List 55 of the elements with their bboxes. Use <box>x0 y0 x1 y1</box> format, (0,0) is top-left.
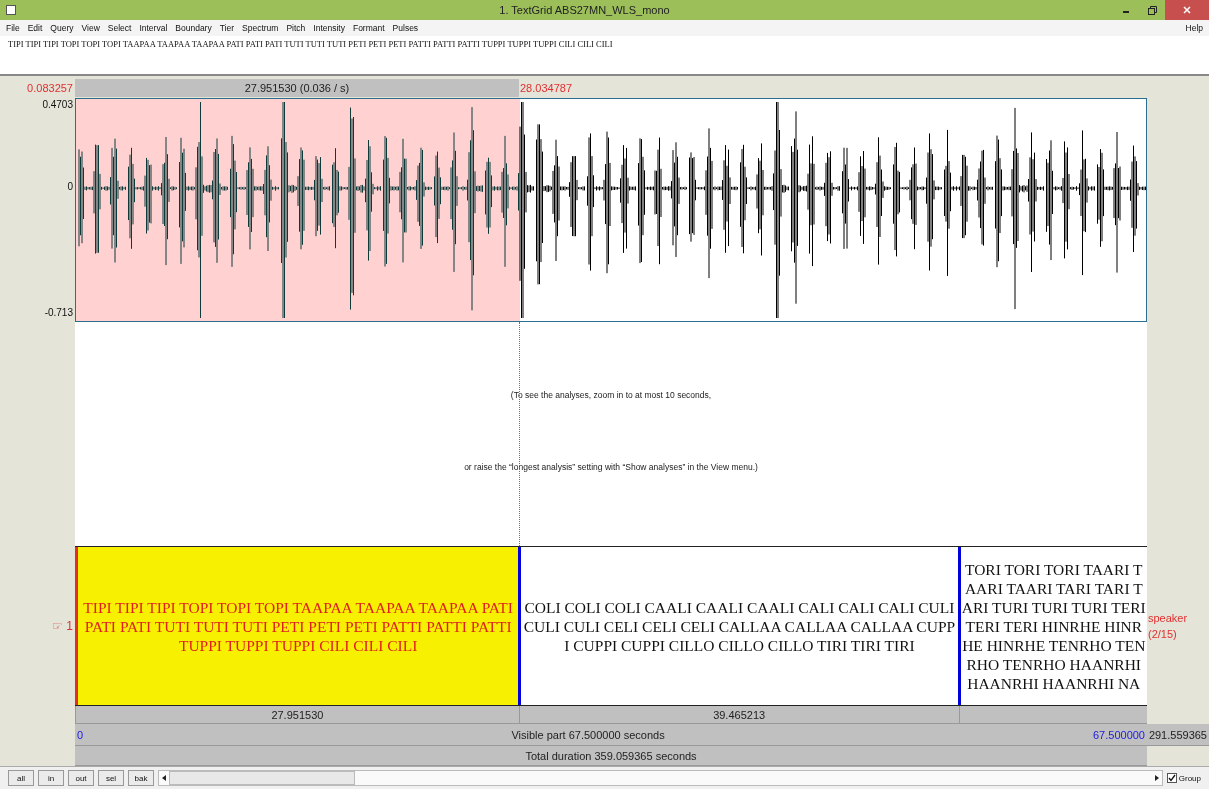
menu-item[interactable]: Query <box>46 23 78 33</box>
axis-label: 0.4703 <box>42 98 73 112</box>
menu-item[interactable]: Interval <box>135 23 172 33</box>
menu-item[interactable]: Intensity <box>309 23 349 33</box>
visible-start-time: 0 <box>77 728 84 741</box>
right-arrow-icon[interactable] <box>1154 775 1159 781</box>
tier-interval[interactable]: TIPI TIPI TIPI TOPI TOPI TOPI TAAPAA TAAPAA TAAPAA PATI PATI PATI TUTI TUTI TUTI PETI PETI PETI PATTI PATTI PATTI TUPPI TUPPI TUPPI CILI CILI CILI <box>75 547 519 705</box>
check-icon <box>1167 774 1176 782</box>
remaining-time: 291.559365 <box>1148 728 1207 741</box>
menu-item[interactable]: Edit <box>23 23 47 33</box>
selection-end-time: 28.034787 <box>520 82 572 94</box>
axis-label: -0.713 <box>44 306 73 320</box>
scroll-thumb[interactable] <box>169 771 355 785</box>
menu-item[interactable]: Select <box>103 23 136 33</box>
pointer-icon: ☞ <box>52 619 64 633</box>
menu-item[interactable]: File <box>2 23 24 33</box>
scrollbar[interactable] <box>158 770 1163 786</box>
interval-duration: 39.465213 <box>713 708 766 721</box>
tier-number: 1 <box>66 619 73 633</box>
axis-label: 0 <box>67 180 73 194</box>
total-duration-bar[interactable]: Total duration 359.059365 seconds <box>75 746 1147 766</box>
tier-name: speaker <box>1148 612 1189 624</box>
zoom-button[interactable]: in <box>38 770 64 786</box>
restore-icon <box>1147 5 1157 15</box>
zoom-button[interactable]: all <box>8 770 34 786</box>
menu-item[interactable]: Pitch <box>282 23 310 33</box>
zoom-button[interactable]: sel <box>98 770 124 786</box>
zoom-button[interactable]: bak <box>128 770 154 786</box>
tier-interval[interactable]: COLI COLI COLI CAALI CAALI CAALI CALI CALI CALI CULI CULI CULI CELI CELI CELI CALLAA CALLAA CALLAA CUPP I CUPPI CUPPI CILLO CILLO CILLO TIRI TIRI TIRI <box>518 547 958 705</box>
app-icon <box>6 5 16 15</box>
zoom-button[interactable]: out <box>68 770 94 786</box>
tier-interval[interactable]: TORI TORI TORI TAARI T AARI TAARI TARI TARI T ARI TURI TURI TURI TERI TERI TERI HINRHE HINR HE HINRHE TENRHO TEN RHO TENRHO HAANRHI HAANRHI HAANRHI NA <box>957 547 1147 705</box>
close-icon <box>1183 6 1191 14</box>
group-label: Group <box>1178 773 1201 783</box>
interval-count: (2/15) <box>1148 628 1178 640</box>
left-arrow-icon[interactable] <box>162 775 166 781</box>
menu-item[interactable]: Spectrum <box>238 23 283 33</box>
total-duration-label: Total duration 359.059365 seconds <box>525 749 697 762</box>
selection-duration-bar[interactable]: 27.951530 (0.036 / s) <box>75 79 519 97</box>
group-checkbox[interactable] <box>1166 773 1177 783</box>
visible-end-time: 67.500000 <box>1093 728 1145 741</box>
menu-item[interactable]: Boundary <box>171 23 216 33</box>
text-field[interactable]: TIPI TIPI TIPI TOPI TOPI TOPI TAAPAA TAAPAA TAAPAA PATI PATI PATI TUTI TUTI TUTI PETI PETI PETI PATTI PATTI PATTI TUPPI TUPPI TUPPI CILI CILI CILI <box>0 36 1209 76</box>
interval-duration: 27.951530 <box>271 708 324 721</box>
window-title: 1. TextGrid ABS27MN_WLS_mono <box>498 4 671 16</box>
visible-part-label: Visible part 67.500000 seconds <box>511 728 665 741</box>
menu-item[interactable]: Formant <box>348 23 389 33</box>
menu-item[interactable]: Pulses <box>388 23 423 33</box>
menu-item[interactable]: Help <box>1181 23 1207 33</box>
analysis-message: or raise the “longest analysis” setting with “Show analyses” in the View menu.) <box>464 462 758 472</box>
selection-start-time: 0.083257 <box>27 82 73 94</box>
menu-item[interactable]: View <box>77 23 104 33</box>
analysis-message: (To see the analyses, zoom in to at most 10 seconds, <box>510 390 712 400</box>
menu-item[interactable]: Tier <box>215 23 238 33</box>
visible-part-bar[interactable]: 0 Visible part 67.500000 seconds 67.500000 <box>75 724 1147 746</box>
